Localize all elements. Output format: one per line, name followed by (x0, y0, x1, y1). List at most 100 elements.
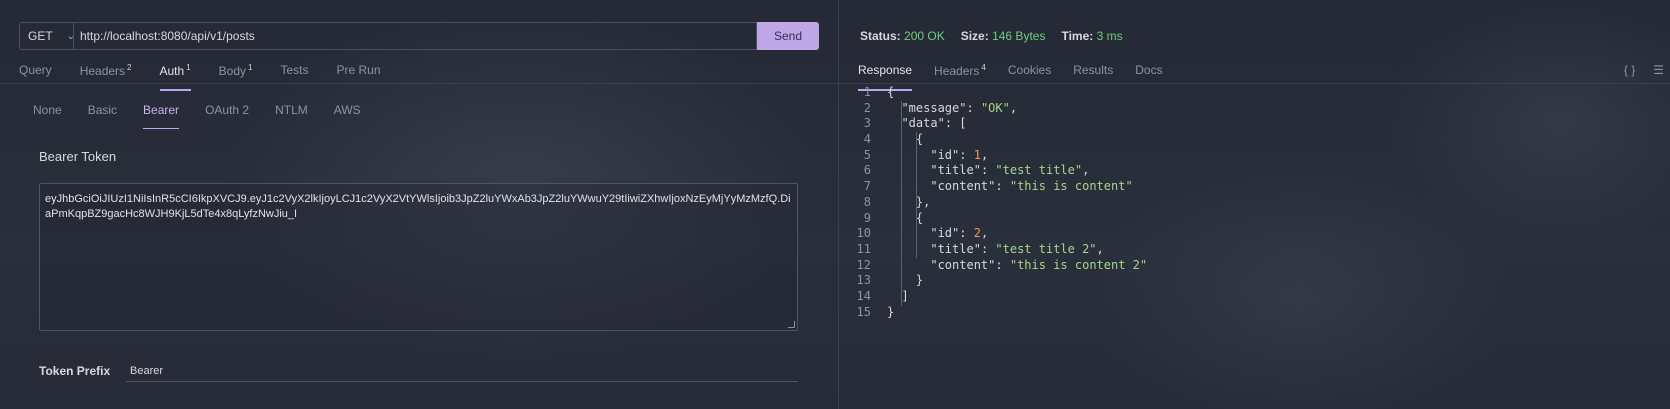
response-toolbar: { } ☰ (1624, 63, 1664, 77)
tab-label: Cookies (1007, 63, 1052, 77)
auth-type-tabs: None Basic Bearer OAuth 2 NTLM AWS (33, 103, 361, 129)
line-number: 10 (856, 226, 871, 241)
line-number: 11 (856, 241, 871, 256)
auth-tab-aws[interactable]: AWS (334, 103, 361, 125)
tab-pre-run[interactable]: Pre Run (336, 63, 380, 85)
tab-headers[interactable]: Headers 2 (80, 63, 132, 85)
status-label: Status: (860, 29, 901, 43)
code-line: 4 { (839, 132, 1147, 148)
response-tabs: Response Headers 4 Cookies Results Docs (858, 63, 1163, 91)
tab-label: NTLM (275, 103, 308, 117)
request-tabs: Query Headers 2 Auth 1 Body 1 Tests Pre Run (19, 63, 381, 91)
code-text: "content": "this is content 2" (930, 257, 1148, 272)
code-text: "id": 1, (930, 147, 989, 162)
line-number: 13 (856, 273, 871, 288)
tab-label: OAuth 2 (205, 103, 250, 117)
code-text: } (887, 304, 895, 319)
token-prefix-label: Token Prefix (39, 364, 111, 378)
line-number: 15 (856, 304, 871, 319)
request-pane: GET ⌄ http://localhost:8080/api/v1/posts… (0, 0, 838, 409)
code-text: } (887, 273, 924, 288)
line-number: 6 (863, 163, 871, 178)
response-body: 1{2 "message": "OK", 3 "data": [4 {5 "id"… (839, 85, 1148, 321)
code-text: ] (887, 288, 909, 303)
size-label: Size: (960, 29, 989, 43)
auth-tab-basic[interactable]: Basic (88, 103, 117, 125)
response-tab-headers[interactable]: Headers 4 (934, 63, 986, 85)
code-text: "message": "OK", (901, 100, 1018, 115)
code-line: 6 "title": "test title", (839, 163, 1147, 179)
tab-badge: 1 (248, 63, 253, 72)
time-label: Time: (1061, 29, 1094, 43)
code-line: 15} (839, 305, 1147, 321)
code-line: 1{ (839, 85, 1147, 101)
response-tab-response[interactable]: Response (858, 63, 913, 91)
response-status-bar: Status: 200 OK Size: 146 Bytes Time: 3 m… (860, 29, 1123, 43)
code-text: "data": [ (901, 116, 967, 131)
code-text: "title": "test title", (930, 163, 1090, 178)
bearer-token-value: eyJhbGciOiJIUzI1NiIsInR5cCI6IkpXVCJ9.eyJ… (45, 193, 791, 220)
bearer-token-textarea[interactable]: eyJhbGciOiJIUzI1NiIsInR5cCI6IkpXVCJ9.eyJ… (39, 183, 798, 331)
time-info: Time: 3 ms (1061, 29, 1122, 43)
code-line: 10 "id": 2, (839, 226, 1147, 242)
auth-tab-ntlm[interactable]: NTLM (275, 103, 308, 125)
tab-tests[interactable]: Tests (280, 63, 308, 85)
status-value: 200 OK (904, 29, 945, 43)
bearer-token-label: Bearer Token (39, 149, 117, 164)
menu-icon[interactable]: ☰ (1653, 63, 1664, 77)
token-prefix-input[interactable]: Bearer (126, 360, 798, 382)
code-text: "title": "test title 2", (930, 241, 1104, 256)
line-number: 4 (863, 132, 871, 147)
line-number: 14 (856, 288, 871, 303)
tab-label: Response (858, 63, 913, 77)
code-line: 7 "content": "this is content" (839, 179, 1147, 195)
tabs-divider (0, 83, 838, 84)
line-number: 5 (863, 147, 871, 162)
code-line: 5 "id": 1, (839, 148, 1147, 164)
url-bar: GET ⌄ http://localhost:8080/api/v1/posts… (19, 22, 819, 50)
tab-label: Headers (934, 64, 980, 78)
line-number: 12 (856, 257, 871, 272)
auth-tab-oauth-2[interactable]: OAuth 2 (205, 103, 249, 125)
code-text: "id": 2, (930, 226, 989, 241)
auth-tab-bearer[interactable]: Bearer (143, 103, 180, 129)
line-number: 3 (863, 116, 871, 131)
resize-handle-icon[interactable] (788, 321, 795, 328)
code-line: 14 ] (839, 289, 1147, 305)
line-number: 7 (863, 179, 871, 194)
braces-icon[interactable]: { } (1624, 63, 1635, 77)
tab-label: Auth (159, 64, 185, 78)
url-input[interactable]: http://localhost:8080/api/v1/posts (73, 22, 757, 50)
line-number: 9 (863, 210, 871, 225)
code-line: 13 } (839, 273, 1147, 289)
tab-badge: 2 (127, 63, 132, 72)
code-text: }, (887, 194, 931, 209)
size-value: 146 Bytes (992, 29, 1046, 43)
tab-label: Query (19, 63, 52, 77)
response-tab-results[interactable]: Results (1073, 63, 1113, 85)
tab-label: AWS (333, 103, 361, 117)
tab-label: Headers (79, 64, 126, 78)
code-text: "content": "this is content" (930, 179, 1133, 194)
send-button[interactable]: Send (757, 22, 819, 50)
tab-label: Pre Run (336, 63, 381, 77)
method-select[interactable]: GET ⌄ (19, 22, 75, 50)
code-line: 11 "title": "test title 2", (839, 242, 1147, 258)
response-tab-docs[interactable]: Docs (1135, 63, 1162, 85)
tab-label: Results (1073, 63, 1114, 77)
tab-label: Body (218, 64, 246, 78)
tab-body[interactable]: Body 1 (219, 63, 253, 85)
tab-auth[interactable]: Auth 1 (159, 63, 191, 91)
code-text: { (887, 85, 895, 99)
code-line: 3 "data": [ (839, 116, 1147, 132)
response-tabs-divider (839, 83, 1670, 84)
tab-query[interactable]: Query (19, 63, 52, 85)
size-info: Size: 146 Bytes (961, 29, 1046, 43)
auth-tab-none[interactable]: None (33, 103, 62, 125)
method-value: GET (28, 29, 53, 43)
response-pane: Status: 200 OK Size: 146 Bytes Time: 3 m… (839, 0, 1670, 409)
code-line: 9 { (839, 211, 1147, 227)
line-number: 8 (863, 194, 871, 209)
response-tab-cookies[interactable]: Cookies (1008, 63, 1051, 85)
tab-label: None (33, 103, 62, 117)
